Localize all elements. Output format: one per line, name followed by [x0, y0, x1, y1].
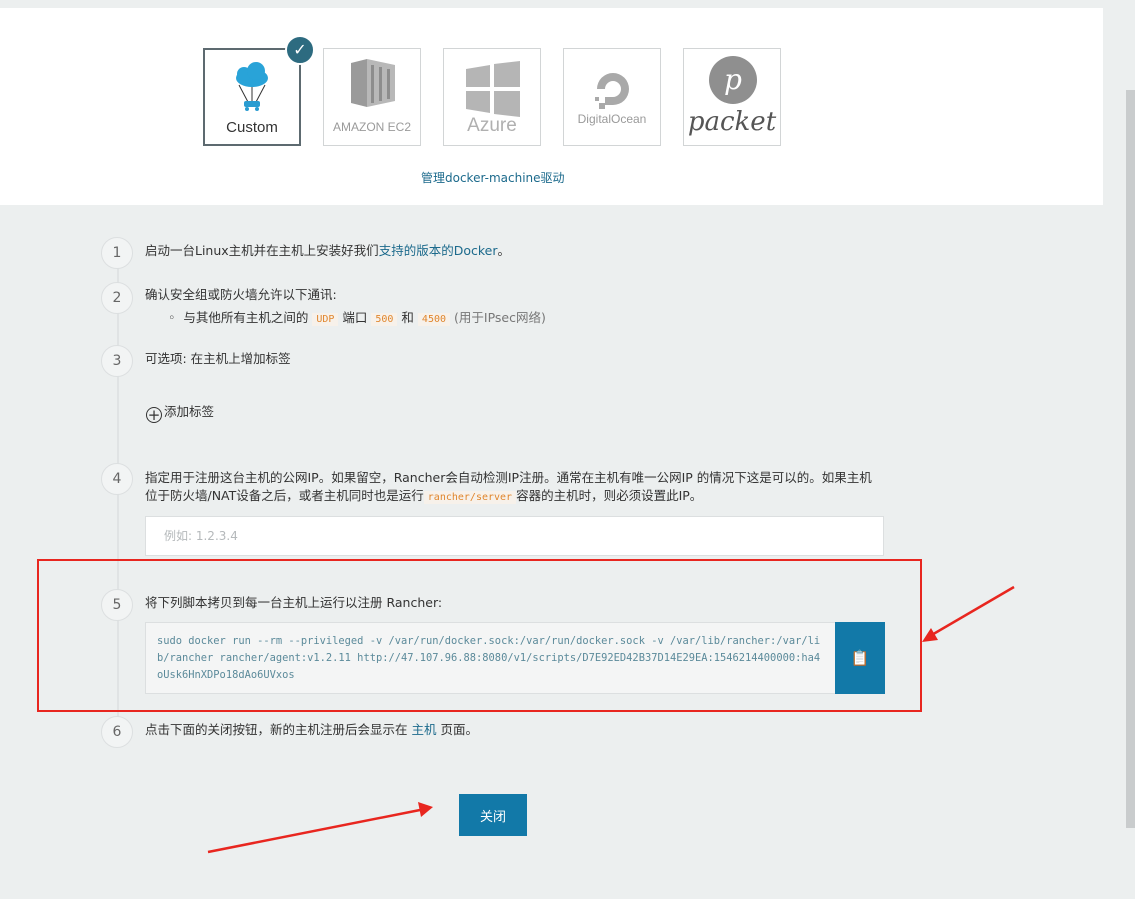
arrow-head-copy	[922, 628, 938, 642]
arrow-head-close	[418, 802, 433, 817]
annotation-arrows	[207, 585, 1015, 854]
arrow-to-copy-button	[929, 585, 1015, 638]
arrow-to-close-button	[207, 808, 421, 854]
